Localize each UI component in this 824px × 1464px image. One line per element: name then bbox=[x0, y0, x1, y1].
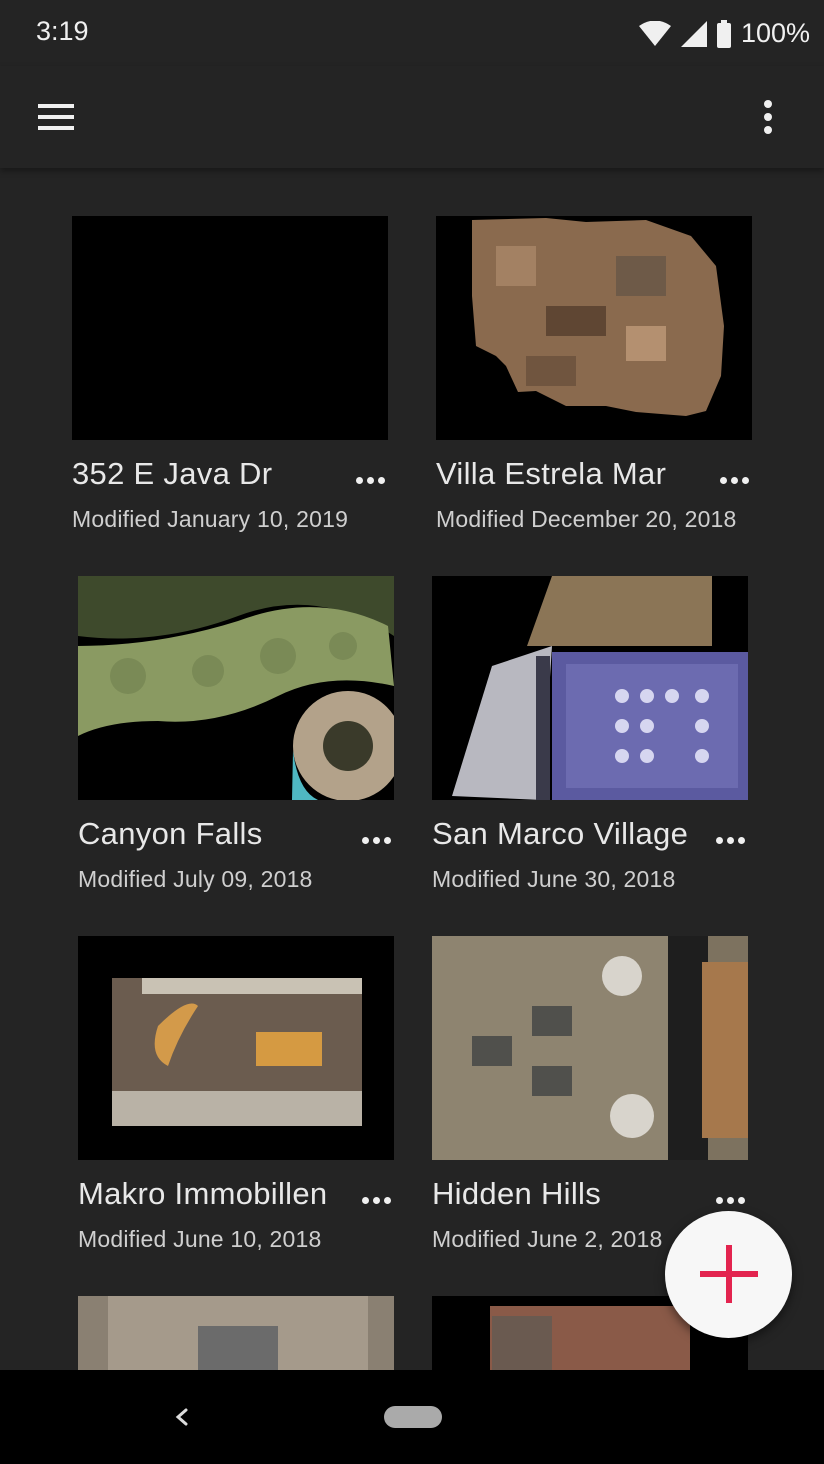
space-title: Canyon Falls bbox=[78, 816, 263, 851]
space-thumbnail[interactable] bbox=[78, 576, 394, 800]
home-pill-icon[interactable] bbox=[384, 1406, 442, 1428]
space-modified-date: Modified June 10, 2018 bbox=[78, 1226, 322, 1252]
space-modified-date: Modified June 30, 2018 bbox=[432, 866, 676, 892]
hamburger-menu-icon[interactable] bbox=[30, 96, 82, 138]
space-card[interactable]: San Marco Village Modified June 30, 2018 bbox=[432, 576, 748, 893]
space-title: Makro Immobillen bbox=[78, 1176, 328, 1211]
space-card[interactable]: Villa Estrela Mar Modified December 20, … bbox=[436, 216, 752, 533]
more-vert-icon[interactable] bbox=[748, 94, 788, 140]
more-horiz-icon[interactable] bbox=[716, 470, 752, 490]
back-chevron-icon[interactable] bbox=[170, 1402, 194, 1432]
floorplan-image bbox=[432, 576, 748, 800]
space-card[interactable]: Hidden Hills Modified June 2, 2018 bbox=[432, 936, 748, 1253]
space-thumbnail[interactable] bbox=[78, 936, 394, 1160]
cell-signal-icon bbox=[680, 20, 707, 47]
floorplan-image bbox=[78, 576, 394, 800]
space-modified-date: Modified January 10, 2019 bbox=[72, 506, 349, 532]
space-thumbnail[interactable] bbox=[436, 216, 752, 440]
floorplan-image bbox=[432, 936, 748, 1160]
space-thumbnail[interactable] bbox=[72, 216, 388, 440]
space-modified-date: Modified December 20, 2018 bbox=[436, 506, 737, 532]
wifi-icon bbox=[638, 20, 671, 46]
space-card[interactable] bbox=[78, 1296, 394, 1370]
floorplan-image bbox=[78, 1296, 394, 1370]
space-title: San Marco Village bbox=[432, 816, 689, 851]
more-horiz-icon[interactable] bbox=[358, 830, 394, 850]
space-card[interactable]: 352 E Java Dr Modified January 10, 2019 bbox=[72, 216, 388, 533]
more-horiz-icon[interactable] bbox=[712, 830, 748, 850]
space-title: Hidden Hills bbox=[432, 1176, 601, 1211]
space-modified-date: Modified July 09, 2018 bbox=[78, 866, 313, 892]
space-title: Villa Estrela Mar bbox=[436, 456, 667, 491]
add-space-button[interactable] bbox=[665, 1211, 792, 1338]
more-horiz-icon[interactable] bbox=[712, 1190, 748, 1210]
space-thumbnail[interactable] bbox=[432, 576, 748, 800]
more-horiz-icon[interactable] bbox=[358, 1190, 394, 1210]
battery-icon bbox=[716, 19, 731, 48]
floorplan-image bbox=[78, 936, 394, 1160]
more-horiz-icon[interactable] bbox=[352, 470, 388, 490]
floorplan-image bbox=[472, 218, 724, 416]
space-card[interactable]: Makro Immobillen Modified June 10, 2018 bbox=[78, 936, 394, 1253]
status-time: 3:19 bbox=[36, 16, 89, 46]
app-bar bbox=[0, 66, 824, 168]
space-card[interactable]: Canyon Falls Modified July 09, 2018 bbox=[78, 576, 394, 893]
space-title: 352 E Java Dr bbox=[72, 456, 273, 491]
space-thumbnail[interactable] bbox=[432, 936, 748, 1160]
battery-percent: 100% bbox=[740, 18, 810, 48]
spaces-grid: 352 E Java Dr Modified January 10, 2019 … bbox=[0, 168, 824, 1370]
status-icons: 100% bbox=[638, 18, 810, 49]
status-bar: 3:19 100% bbox=[0, 0, 824, 66]
space-thumbnail[interactable] bbox=[78, 1296, 394, 1370]
